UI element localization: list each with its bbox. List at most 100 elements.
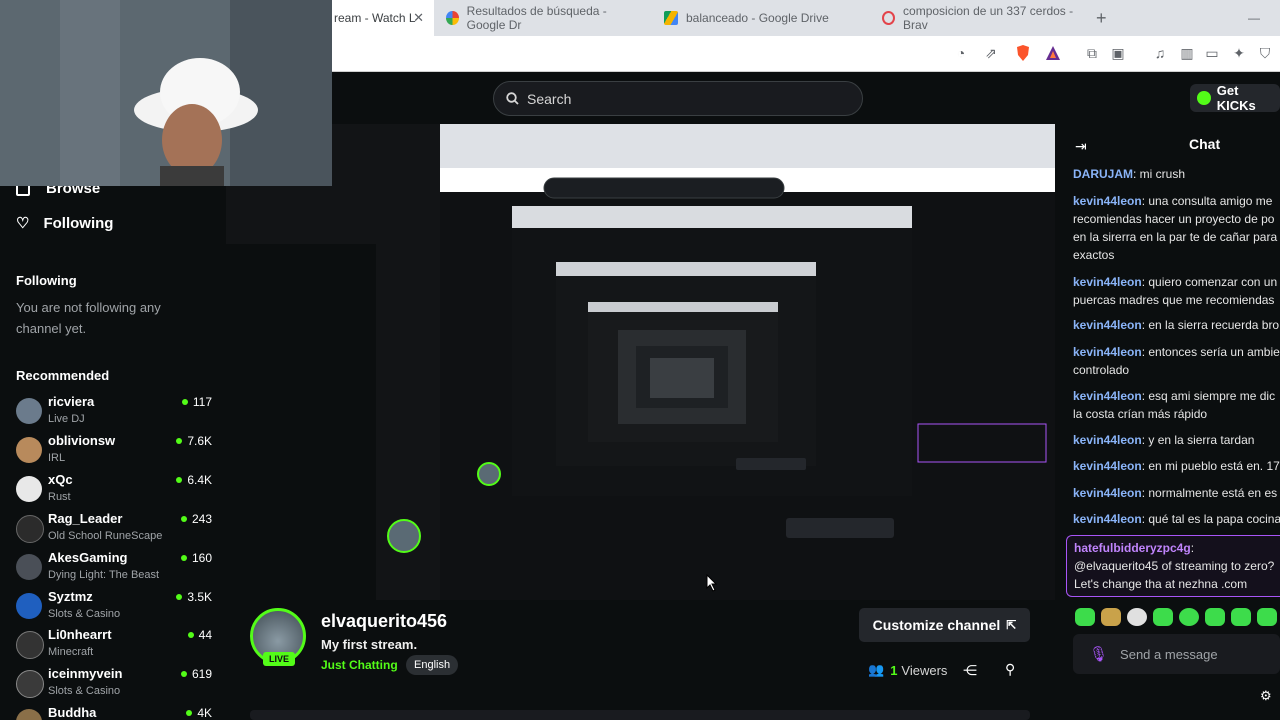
share-icon[interactable]: ⋲ (963, 662, 977, 679)
language-tag[interactable]: English (406, 655, 459, 675)
brave-rewards-icon[interactable] (1044, 44, 1062, 62)
chat-username[interactable]: kevin44leon (1073, 389, 1142, 403)
recommended-channel[interactable]: Syztmz Slots & Casino 3.5K (16, 589, 212, 625)
recommended-channel[interactable]: iceinmyvein Slots & Casino 619 (16, 666, 212, 702)
channel-name[interactable]: elvaquerito456 (321, 611, 447, 632)
share-icon[interactable]: ⇗ (982, 44, 1000, 62)
live-dot-icon (181, 399, 188, 405)
tab-kick[interactable]: ream - Watch L ✕ (332, 0, 434, 36)
chat-username[interactable]: kevin44leon (1073, 433, 1142, 447)
collapse-chat-icon[interactable]: ⇥ (1075, 138, 1087, 155)
avatar (16, 398, 42, 424)
microphone-icon[interactable]: 🎙 (1089, 645, 1108, 663)
vpn-icon[interactable]: ⛉ (1256, 44, 1274, 62)
chat-message: kevin44leon: entonces sería un ambie con… (1073, 345, 1280, 377)
recommended-heading: Recommended (16, 368, 110, 383)
channel-category: Slots & Casino (48, 608, 121, 620)
viewer-count: 6.4K (176, 473, 212, 487)
viewer-count-value: 3.5K (187, 590, 212, 604)
channel-name: ricviera (48, 394, 95, 409)
chat-message-input[interactable]: 🎙 Send a message (1073, 634, 1280, 674)
viewer-count-value: 160 (191, 551, 212, 565)
chat-username[interactable]: DARUJAM (1073, 167, 1133, 181)
webcam-person-image (0, 0, 332, 186)
tab-search-icon[interactable]: ▣ (1109, 44, 1127, 62)
viewer-count-value: 4K (197, 706, 212, 720)
media-icon[interactable]: ♫ (1151, 44, 1169, 62)
channel-category: Dying Light: The Beast (48, 569, 160, 581)
close-tab-icon[interactable]: ✕ (413, 10, 424, 26)
chat-username[interactable]: kevin44leon (1073, 194, 1142, 208)
recommended-channel[interactable]: Rag_Leader Old School RuneScape 243 (16, 511, 212, 547)
emote-row (1075, 608, 1277, 626)
chat-message: DARUJAM: mi crush (1073, 167, 1186, 181)
chat-title: Chat (1189, 136, 1221, 152)
recommended-channel[interactable]: AkesGaming Dying Light: The Beast 160 (16, 550, 212, 586)
avatar (16, 476, 42, 502)
viewers-label: Viewers (901, 662, 948, 678)
emote-icon[interactable] (1101, 608, 1121, 626)
viewer-count-value: 6.4K (187, 473, 212, 487)
avatar (16, 437, 42, 463)
viewer-count-display: 👥 1 Viewers (868, 662, 947, 678)
recommended-channel[interactable]: Buddha 4K (16, 705, 212, 720)
emote-icon[interactable] (1257, 608, 1277, 626)
recommended-channel[interactable]: xQc Rust 6.4K (16, 472, 212, 508)
new-tab-button[interactable]: + (1096, 0, 1112, 36)
channel-category: Slots & Casino (48, 685, 121, 697)
emote-icon[interactable] (1153, 608, 1173, 626)
chat-settings-gear-icon[interactable]: ⚙ (1260, 688, 1272, 704)
viewer-count: 243 (180, 512, 212, 526)
stream-video-player[interactable] (226, 124, 1055, 600)
live-dot-icon (186, 710, 193, 716)
tab-google-drive[interactable]: balanceado - Google Drive (664, 0, 864, 36)
extensions-icon[interactable]: ⧉ (1083, 44, 1101, 62)
viewer-count-value: 619 (191, 667, 212, 681)
chat-username[interactable]: kevin44leon (1073, 486, 1142, 500)
live-dot-icon (176, 438, 183, 444)
minimize-button[interactable]: — (1248, 0, 1262, 36)
stream-category[interactable]: Just Chatting (321, 658, 398, 672)
external-link-icon: ⇱ (1006, 618, 1017, 632)
chat-username[interactable]: kevin44leon (1073, 318, 1142, 332)
search-input[interactable]: Search (493, 81, 863, 116)
viewer-count: 44 (187, 628, 212, 642)
recommended-channel[interactable]: ricviera Live DJ 117 (16, 394, 212, 430)
get-kicks-button[interactable]: Get KICKs (1190, 83, 1280, 113)
viewers-icon: 👥 (868, 662, 885, 677)
wallet-icon[interactable]: ▭ (1203, 44, 1221, 62)
emote-icon[interactable] (1075, 608, 1095, 626)
chat-username[interactable]: kevin44leon (1073, 459, 1142, 473)
sidebar-toggle-icon[interactable]: ▥ (1178, 44, 1196, 62)
live-dot-icon (187, 632, 194, 638)
tab-google-search[interactable]: Resultados de búsqueda - Google Dr (446, 0, 646, 36)
chat-message: kevin44leon: esq ami siempre me dic la c… (1073, 389, 1276, 421)
avatar (16, 709, 42, 720)
drive-icon (664, 11, 678, 25)
avatar (16, 631, 44, 659)
emote-icon[interactable] (1231, 608, 1251, 626)
customize-channel-button[interactable]: Customize channel ⇱ (859, 608, 1030, 642)
search-icon (506, 92, 519, 105)
emote-icon[interactable] (1205, 608, 1225, 626)
recommended-channel[interactable]: oblivionsw IRL 7.6K (16, 433, 212, 469)
live-badge: LIVE (263, 652, 295, 666)
channel-category: Live DJ (48, 413, 85, 425)
channel-name: Rag_Leader (48, 511, 123, 526)
tab-title: balanceado - Google Drive (686, 11, 829, 25)
chat-username[interactable]: kevin44leon (1073, 275, 1142, 289)
follow-user-icon[interactable]: ⚲ (1005, 661, 1015, 678)
performance-icon[interactable]: ◔ (952, 44, 970, 62)
tab-brave-search[interactable]: composicion de un 337 cerdos - Brav (882, 0, 1082, 36)
emote-icon[interactable] (1127, 608, 1147, 626)
sidebar-following-label: Following (43, 214, 114, 232)
brave-shield-icon[interactable] (1014, 44, 1032, 62)
emote-icon[interactable] (1179, 608, 1199, 626)
sidebar-following[interactable]: ♡ Following (16, 214, 114, 233)
chat-username[interactable]: kevin44leon (1073, 345, 1142, 359)
recommended-channel[interactable]: Li0nhearrt Minecraft 44 (16, 627, 212, 663)
chat-username[interactable]: hatefulbidderyzpc4g (1074, 541, 1191, 555)
chat-message: hatefulbidderyzpc4g: @elvaquerito45 of s… (1074, 539, 1280, 593)
leo-ai-icon[interactable]: ✦ (1230, 44, 1248, 62)
chat-username[interactable]: kevin44leon (1073, 512, 1142, 526)
